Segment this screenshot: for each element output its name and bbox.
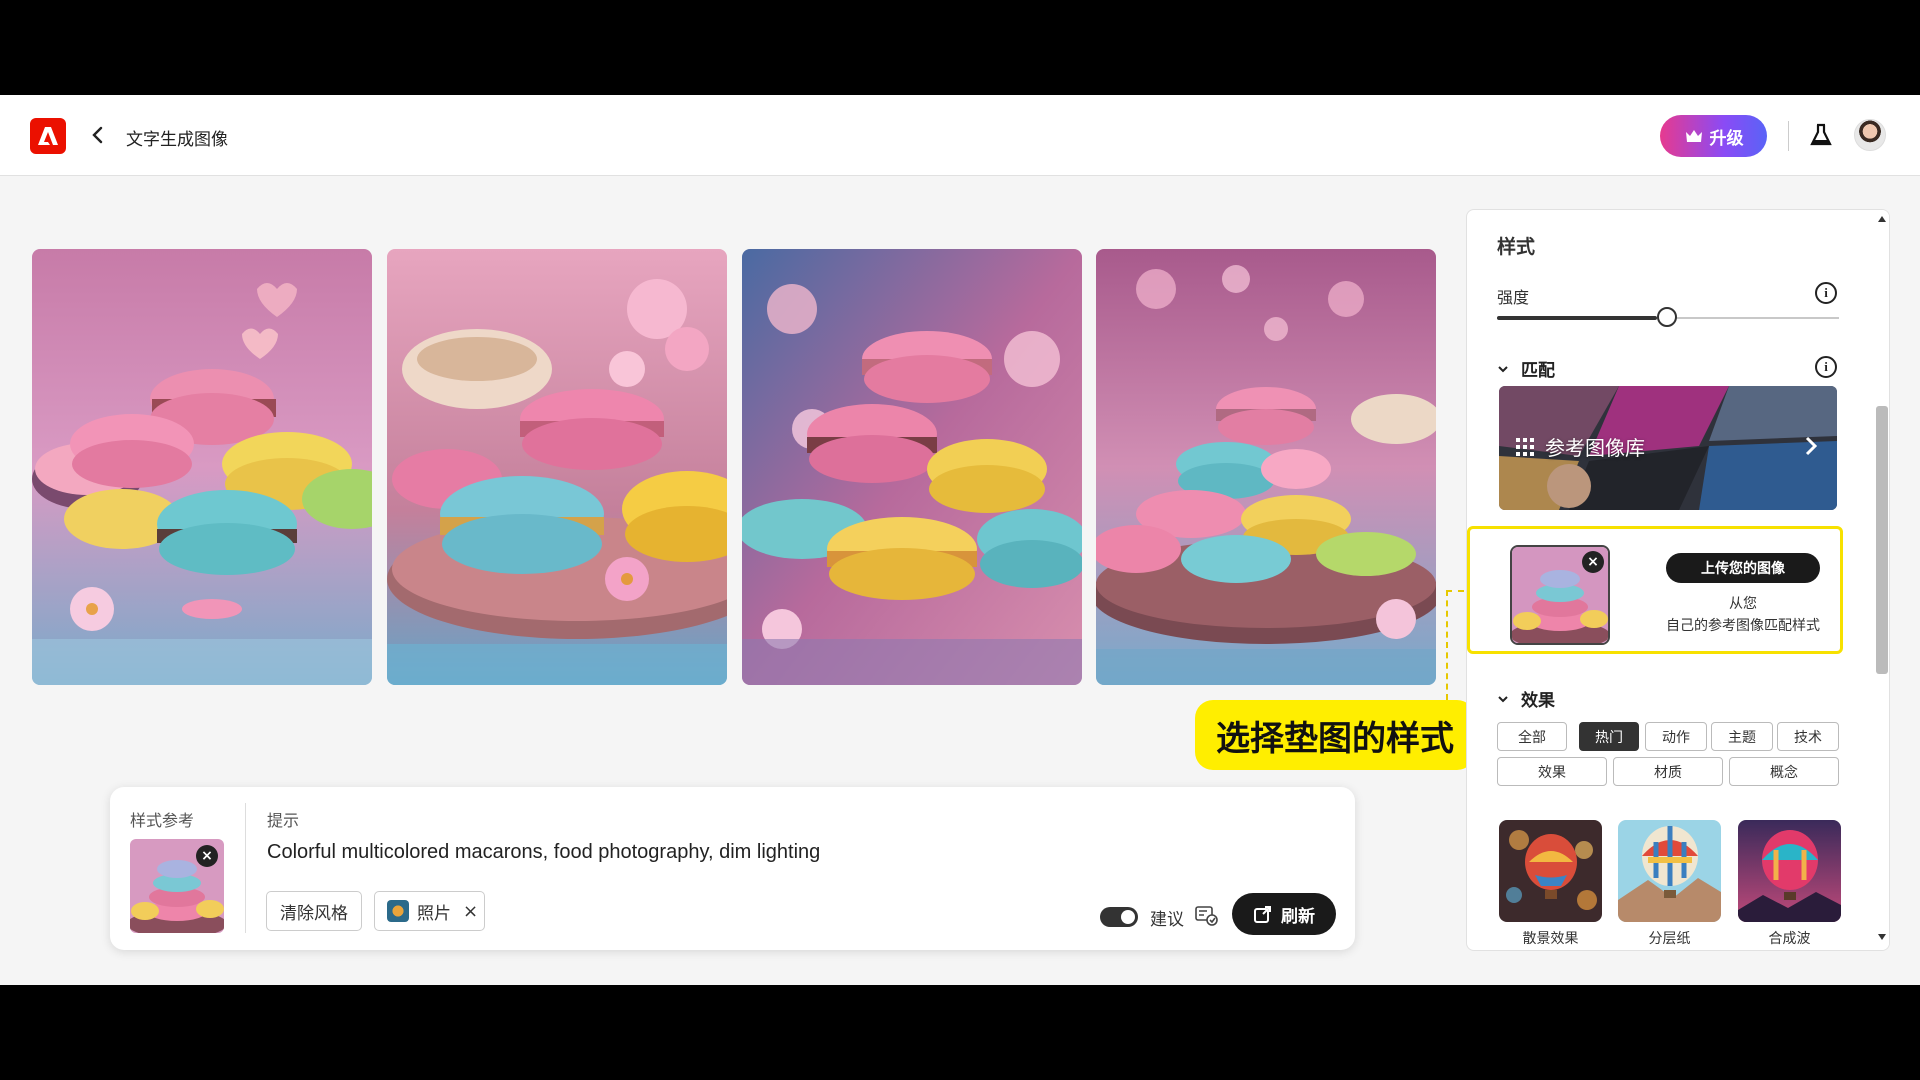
- app-window: 文字生成图像 升级 样式参考 × 提示 Colorful multicolore…: [0, 95, 1920, 985]
- photo-content-type-tag[interactable]: 照片 ×: [374, 891, 485, 931]
- suggestions-toggle[interactable]: [1100, 907, 1138, 927]
- upload-description: 从您 自己的参考图像匹配样式: [1640, 593, 1846, 637]
- crown-icon: [1685, 130, 1702, 142]
- remove-uploaded-image-button[interactable]: ×: [1582, 551, 1604, 573]
- style-panel-title: 样式: [1497, 236, 1536, 258]
- reference-gallery-label: 参考图像库: [1545, 436, 1645, 460]
- refresh-icon: [1254, 906, 1271, 923]
- effect-thumbnail: [1499, 820, 1602, 922]
- app-header: 文字生成图像 升级: [0, 95, 1920, 176]
- flask-icon[interactable]: [1808, 122, 1834, 148]
- upload-image-button[interactable]: 上传您的图像: [1666, 553, 1820, 583]
- upload-reference-area[interactable]: × 上传您的图像 从您 自己的参考图像匹配样式: [1467, 526, 1843, 654]
- chip-all[interactable]: 全部: [1497, 722, 1567, 751]
- header-divider: [1788, 121, 1789, 151]
- chevron-right-icon: [1805, 436, 1818, 456]
- style-panel-scrollbar[interactable]: [1871, 210, 1889, 950]
- chevron-left-icon[interactable]: [86, 123, 110, 147]
- style-panel: 样式 强度 i 匹配 i 参考图像库 × 上传您的图像 从您 自己的参考图像匹配…: [1466, 209, 1890, 951]
- style-reference-thumbnail[interactable]: ×: [130, 839, 224, 933]
- prompt-panel: 样式参考 × 提示 Colorful multicolored macarons…: [110, 787, 1355, 950]
- chevron-down-icon: [1498, 695, 1508, 702]
- letterbox-top: [0, 0, 1920, 95]
- chip-material[interactable]: 材质: [1613, 757, 1723, 786]
- adobe-logo-icon[interactable]: [30, 118, 66, 154]
- photo-tag-label: 照片: [417, 903, 451, 924]
- suggestions-label: 建议: [1150, 910, 1184, 930]
- page-title: 文字生成图像: [126, 130, 228, 150]
- callout-connector-horizontal: [1446, 590, 1464, 592]
- effects-section-header[interactable]: 效果: [1497, 686, 1555, 711]
- chevron-down-icon: [1498, 365, 1508, 372]
- chip-technique[interactable]: 技术: [1777, 722, 1839, 751]
- grid-icon: [1516, 437, 1534, 456]
- chip-effects[interactable]: 效果: [1497, 757, 1607, 786]
- chip-popular[interactable]: 热门: [1579, 722, 1639, 751]
- generated-image-4[interactable]: [1096, 249, 1436, 685]
- generated-image-1[interactable]: [32, 249, 372, 685]
- photo-thumbnail-icon: [387, 900, 409, 922]
- avatar[interactable]: [1854, 119, 1886, 151]
- prompt-divider: [245, 803, 246, 933]
- effect-thumbnail: [1618, 820, 1721, 922]
- scroll-up-arrow-icon[interactable]: [1878, 216, 1886, 222]
- effect-tile-bokeh[interactable]: 散景效果: [1499, 820, 1602, 948]
- effects-label: 效果: [1521, 691, 1555, 711]
- generated-image-3[interactable]: [742, 249, 1082, 685]
- effect-tile-label: 散景效果: [1522, 931, 1579, 947]
- upgrade-label: 升级: [1709, 128, 1744, 149]
- upgrade-button[interactable]: 升级: [1660, 115, 1767, 157]
- strength-slider[interactable]: [1497, 307, 1839, 327]
- chip-action[interactable]: 动作: [1645, 722, 1707, 751]
- upload-description-line2: 自己的参考图像匹配样式: [1666, 618, 1820, 634]
- generated-image-2[interactable]: [387, 249, 727, 685]
- callout-connector: [1446, 590, 1448, 700]
- prompt-label: 提示: [267, 811, 300, 830]
- strength-slider-handle[interactable]: [1657, 307, 1677, 327]
- effect-thumbnail: [1738, 820, 1841, 922]
- reference-gallery-label-group: 参考图像库: [1515, 432, 1645, 461]
- effect-tile-label: 合成波: [1768, 931, 1811, 947]
- effect-tile-synthwave[interactable]: 合成波: [1738, 820, 1841, 948]
- remove-style-reference-button[interactable]: ×: [196, 845, 218, 867]
- chip-theme[interactable]: 主题: [1711, 722, 1773, 751]
- annotation-callout: 选择垫图的样式: [1195, 700, 1475, 770]
- scrollbar-thumb[interactable]: [1876, 406, 1888, 674]
- prompt-input[interactable]: Colorful multicolored macarons, food pho…: [267, 841, 820, 864]
- upload-description-line1: 从您: [1729, 596, 1757, 612]
- scroll-down-arrow-icon[interactable]: [1878, 934, 1886, 940]
- style-reference-label: 样式参考: [130, 811, 195, 830]
- match-label: 匹配: [1521, 361, 1555, 381]
- strength-label: 强度: [1497, 288, 1530, 307]
- strength-slider-fill: [1497, 316, 1657, 320]
- effect-tile-layered-paper[interactable]: 分层纸: [1618, 820, 1721, 948]
- refresh-label: 刷新: [1281, 906, 1315, 927]
- chip-concept[interactable]: 概念: [1729, 757, 1839, 786]
- reference-gallery-card[interactable]: 参考图像库: [1499, 386, 1837, 510]
- close-icon[interactable]: ×: [463, 901, 478, 922]
- suggestion-settings-icon[interactable]: [1195, 905, 1219, 927]
- info-icon[interactable]: i: [1815, 282, 1837, 304]
- uploaded-image-thumbnail[interactable]: ×: [1510, 545, 1610, 645]
- refresh-button[interactable]: 刷新: [1232, 893, 1336, 935]
- clear-style-button[interactable]: 清除风格: [266, 891, 362, 931]
- letterbox-bottom: [0, 985, 1920, 1080]
- effect-tile-label: 分层纸: [1648, 931, 1691, 947]
- match-section-header[interactable]: 匹配: [1497, 356, 1555, 381]
- info-icon[interactable]: i: [1815, 356, 1837, 378]
